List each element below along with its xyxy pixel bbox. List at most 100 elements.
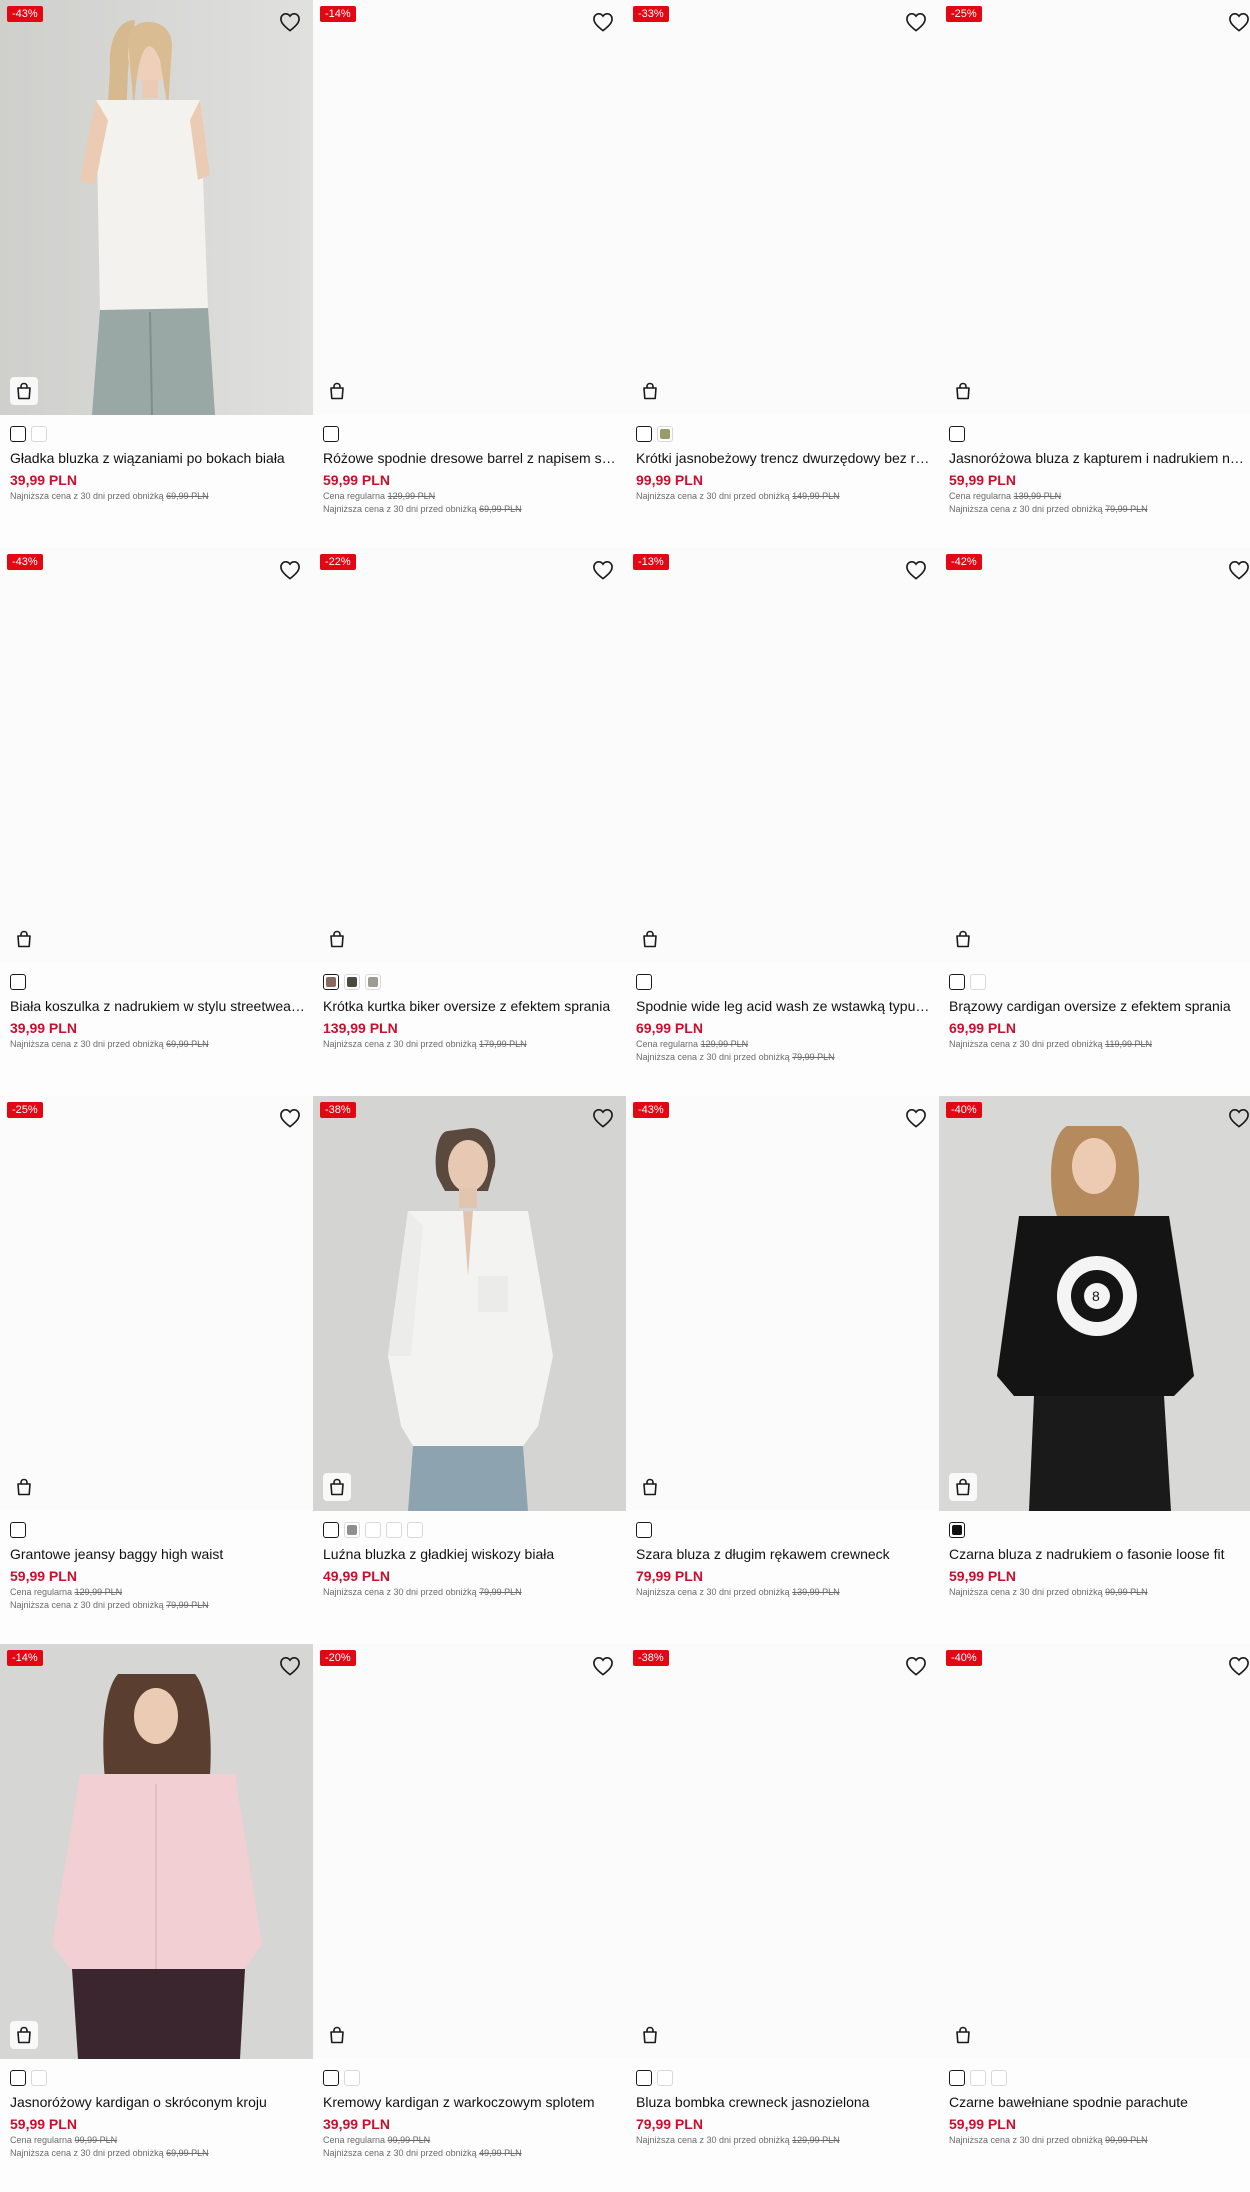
color-swatch[interactable] [344,974,360,990]
product-image[interactable]: -20% [313,1644,626,2059]
add-to-cart-button[interactable] [10,2021,38,2049]
product-name[interactable]: Czarna bluza z nadrukiem o fasonie loose… [949,1545,1245,1563]
product-name[interactable]: Różowe spodnie dresowe barrel z napisem … [323,449,619,467]
heart-icon[interactable] [1228,1108,1250,1128]
product-card[interactable]: -25% Grantowe jeansy baggy high waist 59… [0,1096,313,1644]
product-card[interactable]: -22% Krótka kurtka biker oversize z efek… [313,548,626,1096]
product-name[interactable]: Krótki jasnobeżowy trencz dwurzędowy bez… [636,449,932,467]
add-to-cart-button[interactable] [323,1473,351,1501]
product-name[interactable]: Gładka bluzka z wiązaniami po bokach bia… [10,449,306,467]
color-swatch[interactable] [323,426,339,442]
product-image[interactable]: -33% [626,0,939,415]
color-swatch[interactable] [365,1522,381,1538]
product-card[interactable]: -43% Gładka bluzka z wiązaniami po bokac… [0,0,313,548]
color-swatch[interactable] [31,2070,47,2086]
color-swatch[interactable] [970,2070,986,2086]
color-swatch[interactable] [365,974,381,990]
product-card[interactable]: -43% Biała koszulka z nadrukiem w stylu … [0,548,313,1096]
product-name[interactable]: Czarne bawełniane spodnie parachute [949,2093,1245,2111]
color-swatch[interactable] [344,2070,360,2086]
color-swatch[interactable] [344,1522,360,1538]
product-image[interactable]: -38% [313,1096,626,1511]
color-swatch[interactable] [636,426,652,442]
product-image[interactable]: -25% [0,1096,313,1511]
product-image[interactable]: -14% [313,0,626,415]
product-card[interactable]: 8 -40% Czarna bluza z nadrukiem o fasoni… [939,1096,1250,1644]
color-swatch[interactable] [10,426,26,442]
heart-icon[interactable] [905,12,927,32]
add-to-cart-button[interactable] [949,2021,977,2049]
color-swatch[interactable] [407,1522,423,1538]
color-swatch[interactable] [323,2070,339,2086]
product-card[interactable]: -20% Kremowy kardigan z warkoczowym splo… [313,1644,626,2192]
color-swatch[interactable] [949,426,965,442]
product-name[interactable]: Jasnoróżowa bluza z kapturem i nadrukiem… [949,449,1245,467]
heart-icon[interactable] [279,12,301,32]
product-name[interactable]: Brązowy cardigan oversize z efektem spra… [949,997,1245,1015]
product-name[interactable]: Spodnie wide leg acid wash ze wstawką ty… [636,997,932,1015]
add-to-cart-button[interactable] [636,377,664,405]
add-to-cart-button[interactable] [323,2021,351,2049]
heart-icon[interactable] [592,1656,614,1676]
heart-icon[interactable] [592,12,614,32]
product-name[interactable]: Kremowy kardigan z warkoczowym splotem [323,2093,619,2111]
heart-icon[interactable] [592,1108,614,1128]
product-name[interactable]: Biała koszulka z nadrukiem w stylu stree… [10,997,306,1015]
color-swatch[interactable] [636,2070,652,2086]
heart-icon[interactable] [1228,560,1250,580]
heart-icon[interactable] [905,1108,927,1128]
product-card[interactable]: -40% Czarne bawełniane spodnie parachute… [939,1644,1250,2192]
heart-icon[interactable] [279,560,301,580]
product-image[interactable]: -14% [0,1644,313,2059]
product-image[interactable]: -25% [939,0,1250,415]
heart-icon[interactable] [1228,1656,1250,1676]
product-image[interactable]: -43% [0,548,313,963]
product-name[interactable]: Szara bluza z długim rękawem crewneck [636,1545,932,1563]
color-swatch[interactable] [970,974,986,990]
color-swatch[interactable] [657,2070,673,2086]
product-card[interactable]: -33% Krótki jasnobeżowy trencz dwurzędow… [626,0,939,548]
color-swatch[interactable] [949,1522,965,1538]
product-card[interactable]: -42% Brązowy cardigan oversize z efektem… [939,548,1250,1096]
product-image[interactable]: 8 -40% [939,1096,1250,1511]
add-to-cart-button[interactable] [636,1473,664,1501]
product-image[interactable]: -38% [626,1644,939,2059]
product-card[interactable]: -38% Bluza bombka crewneck jasnozielona … [626,1644,939,2192]
product-card[interactable]: -43% Szara bluza z długim rękawem crewne… [626,1096,939,1644]
add-to-cart-button[interactable] [323,925,351,953]
color-swatch[interactable] [949,2070,965,2086]
add-to-cart-button[interactable] [10,1473,38,1501]
color-swatch[interactable] [31,426,47,442]
color-swatch[interactable] [386,1522,402,1538]
product-card[interactable]: -14% Jasnoróżowy kardigan o skróconym kr… [0,1644,313,2192]
add-to-cart-button[interactable] [949,925,977,953]
product-card[interactable]: -14% Różowe spodnie dresowe barrel z nap… [313,0,626,548]
color-swatch[interactable] [657,426,673,442]
add-to-cart-button[interactable] [636,2021,664,2049]
product-image[interactable]: -43% [626,1096,939,1511]
heart-icon[interactable] [905,1656,927,1676]
product-image[interactable]: -13% [626,548,939,963]
heart-icon[interactable] [905,560,927,580]
product-name[interactable]: Luźna bluzka z gładkiej wiskozy biała [323,1545,619,1563]
product-card[interactable]: -13% Spodnie wide leg acid wash ze wstaw… [626,548,939,1096]
product-name[interactable]: Jasnoróżowy kardigan o skróconym kroju [10,2093,306,2111]
product-card[interactable]: -25% Jasnoróżowa bluza z kapturem i nadr… [939,0,1250,548]
color-swatch[interactable] [991,2070,1007,2086]
add-to-cart-button[interactable] [949,1473,977,1501]
heart-icon[interactable] [279,1656,301,1676]
product-name[interactable]: Grantowe jeansy baggy high waist [10,1545,306,1563]
product-image[interactable]: -40% [939,1644,1250,2059]
color-swatch[interactable] [10,1522,26,1538]
color-swatch[interactable] [10,2070,26,2086]
heart-icon[interactable] [279,1108,301,1128]
color-swatch[interactable] [10,974,26,990]
color-swatch[interactable] [636,1522,652,1538]
add-to-cart-button[interactable] [949,377,977,405]
heart-icon[interactable] [592,560,614,580]
product-name[interactable]: Bluza bombka crewneck jasnozielona [636,2093,932,2111]
add-to-cart-button[interactable] [323,377,351,405]
product-image[interactable]: -43% [0,0,313,415]
product-image[interactable]: -42% [939,548,1250,963]
add-to-cart-button[interactable] [636,925,664,953]
